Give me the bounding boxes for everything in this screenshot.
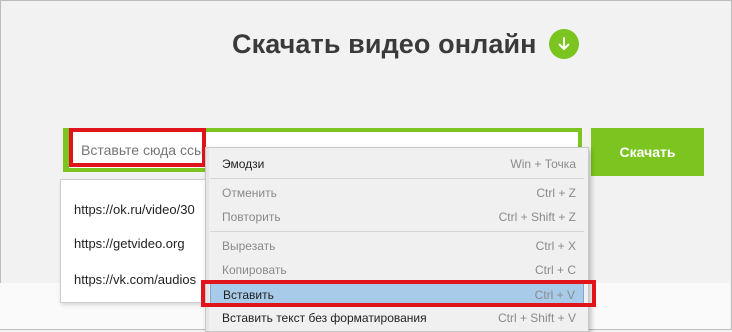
- menu-item-label: Вставить текст без форматирования: [222, 311, 427, 325]
- autocomplete-item[interactable]: https://ok.ru/video/30: [74, 202, 195, 217]
- arrow-down-icon[interactable]: [548, 29, 579, 59]
- menu-item-label: Эмодзи: [222, 157, 265, 171]
- menu-item-shortcut: Ctrl + Shift + V: [497, 311, 576, 325]
- menu-separator: [210, 178, 584, 179]
- autocomplete-item[interactable]: https://vk.com/audios: [74, 272, 196, 287]
- menu-item-label: Отменить: [222, 186, 277, 200]
- menu-item-shortcut: Ctrl + Shift + Z: [498, 210, 576, 224]
- menu-item-shortcut: Ctrl + C: [534, 263, 576, 277]
- menu-item-label: Вырезать: [222, 239, 276, 253]
- menu-item-shortcut: Ctrl + X: [535, 239, 576, 253]
- menu-separator: [210, 231, 584, 232]
- menu-item-copy[interactable]: Копировать Ctrl + C: [210, 259, 584, 281]
- menu-item-paste-plain-text[interactable]: Вставить текст без форматирования Ctrl +…: [210, 307, 584, 329]
- input-highlight-box: [69, 128, 206, 167]
- download-button[interactable]: Скачать: [591, 128, 704, 176]
- autocomplete-dropdown: https://ok.ru/video/30 https://getvideo.…: [60, 179, 212, 303]
- menu-item-undo[interactable]: Отменить Ctrl + Z: [210, 182, 584, 204]
- menu-item-redo[interactable]: Повторить Ctrl + Shift + Z: [210, 206, 584, 228]
- header: Скачать видео онлайн: [232, 26, 579, 62]
- menu-item-shortcut: Win + Точка: [510, 157, 576, 171]
- autocomplete-item[interactable]: https://getvideo.org: [74, 236, 185, 251]
- menu-item-shortcut: Ctrl + Z: [536, 186, 576, 200]
- page-title: Скачать видео онлайн: [232, 28, 537, 59]
- paste-highlight-box: [201, 280, 596, 307]
- menu-item-label: Повторить: [222, 210, 281, 224]
- menu-item-emoji[interactable]: Эмодзи Win + Точка: [210, 153, 584, 175]
- menu-item-cut[interactable]: Вырезать Ctrl + X: [210, 235, 584, 257]
- menu-item-label: Копировать: [222, 263, 287, 277]
